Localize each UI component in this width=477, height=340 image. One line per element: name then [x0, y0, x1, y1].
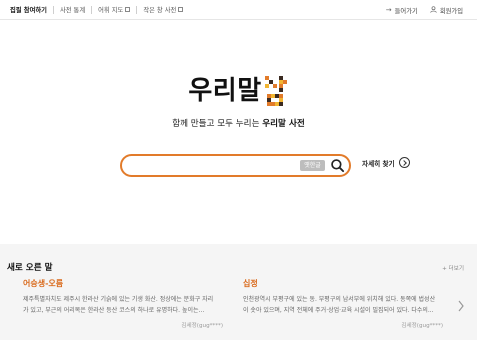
login-link[interactable]: → 들어가기: [380, 6, 424, 15]
detail-search-link[interactable]: 자세히 찾기: [362, 157, 410, 168]
word-description: 인천광역시 부평구에 있는 동. 부평구의 남서부에 위치해 있다. 동쪽에 법…: [243, 295, 443, 316]
top-nav-left: 집필 참여하기 사전 통계 어휘 지도 작은 창 사전: [0, 0, 189, 20]
word-title[interactable]: 십정: [243, 278, 443, 289]
tagline-bold: 우리말 사전: [262, 119, 305, 129]
logo-mark-icon: [264, 76, 287, 106]
desc-line: 이 솟아 있으며, 지역 전체에 주거·상업·교육 시설이 밀집되어 있다. 다…: [243, 306, 434, 314]
external-link-icon: [178, 7, 184, 12]
login-arrow-icon: →: [385, 6, 392, 14]
nav-item-mini-dictionary[interactable]: 작은 창 사전: [137, 0, 189, 20]
search-box: 옛한글: [120, 154, 351, 177]
external-link-icon: [125, 7, 131, 12]
desc-line: 인천광역시 부평구에 있는 동. 부평구의 남서부에 위치해 있다. 동쪽에 법…: [243, 296, 436, 303]
tagline: 함께 만들고 모두 누리는 우리말 사전: [0, 117, 477, 129]
desc-line: 가 있고, 부근의 어리목은 한라산 등산 코스의 하나로 유명하다. 높이는.…: [23, 306, 205, 314]
word-author: 김세정(gug****): [401, 323, 443, 329]
signup-link[interactable]: 회원가입: [424, 5, 469, 15]
site-logo[interactable]: 우리말: [188, 72, 288, 106]
logo-text: 우리말: [188, 76, 262, 106]
chevron-right-circle-icon: [398, 157, 410, 168]
chevron-right-icon[interactable]: [457, 300, 465, 312]
logo-area: 우리말: [0, 72, 477, 106]
word-description: 제주특별자치도 제주시 한라산 기슭에 있는 기생 화산. 정상에는 분화구 자…: [23, 295, 223, 316]
word-title[interactable]: 어승생-오름: [23, 278, 223, 289]
search-input[interactable]: [132, 159, 302, 172]
desc-line: 제주특별자치도 제주시 한라산 기슭에 있는 기생 화산. 정상에는 분화구 자…: [23, 296, 214, 303]
tagline-plain: 함께 만들고 모두 누리는: [172, 119, 263, 129]
word-card[interactable]: 십정 인천광역시 부평구에 있는 동. 부평구의 남서부에 위치해 있다. 동쪽…: [243, 278, 443, 329]
word-card[interactable]: 어승생-오름 제주특별자치도 제주시 한라산 기슭에 있는 기생 화산. 정상에…: [23, 278, 223, 329]
more-link[interactable]: + 더보기: [442, 264, 464, 272]
new-words-section: 새로 오른 말 + 더보기 어승생-오름 제주특별자치도 제주시 한라산 기슭에…: [0, 244, 477, 340]
search-icon[interactable]: [330, 158, 345, 173]
nav-item-mini-dictionary-label: 작은 창 사전: [143, 7, 177, 14]
top-nav-right: → 들어가기 회원가입: [380, 0, 469, 20]
top-nav: 집필 참여하기 사전 통계 어휘 지도 작은 창 사전 → 들어가기 회원가입: [0, 0, 477, 20]
user-icon: [430, 5, 437, 15]
nav-item-vocab-map[interactable]: 어휘 지도: [92, 0, 136, 20]
login-label: 들어가기: [394, 7, 418, 15]
signup-label: 회원가입: [439, 7, 463, 15]
nav-item-vocab-map-label: 어휘 지도: [98, 7, 124, 14]
nav-item-contribute[interactable]: 집필 참여하기: [8, 0, 53, 20]
nav-item-statistics[interactable]: 사전 통계: [54, 0, 91, 20]
old-hangul-button[interactable]: 옛한글: [300, 160, 325, 171]
section-title: 새로 오른 말: [7, 263, 53, 273]
detail-search-label: 자세히 찾기: [362, 159, 395, 168]
word-author: 김세정(gug****): [181, 323, 223, 329]
